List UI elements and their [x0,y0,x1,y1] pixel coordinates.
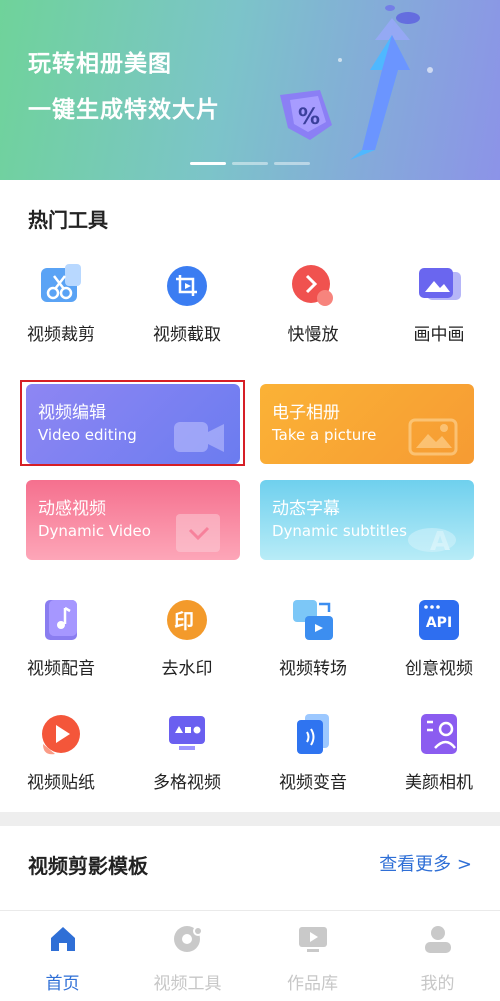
tool-label: 画中画 [413,325,465,345]
card-subtitle: Dynamic subtitles [272,522,407,540]
tool-voice-change[interactable]: 视频变音 [258,712,368,793]
section-divider [0,812,500,826]
pagination-dot[interactable] [274,162,310,165]
grid-video-icon [165,712,209,756]
banner-headline: 玩转相册美图 [28,51,172,77]
banner-subheadline: 一键生成特效大片 [28,97,220,123]
tool-label: 视频截取 [153,325,221,345]
svg-text:A: A [430,527,450,554]
profile-icon [424,926,451,953]
card-title: 电子相册 [272,403,340,423]
voice-change-icon [291,712,335,756]
scissors-icon [39,264,83,308]
templates-title: 视频剪影模板 [28,854,148,878]
nav-profile[interactable]: 我的 [375,911,500,1001]
tool-picture-in-picture[interactable]: 画中画 [384,264,494,345]
card-subtitle: Dynamic Video [38,522,151,540]
hot-tools-title: 热门工具 [28,208,108,232]
speed-icon [291,264,335,308]
crop-icon [165,264,209,308]
nav-video-tools[interactable]: 视频工具 [125,911,250,1001]
api-icon: API [417,598,461,642]
tool-label: 视频裁剪 [27,325,95,345]
nav-library[interactable]: 作品库 [250,911,375,1001]
transition-icon [291,598,335,642]
tool-video-crop[interactable]: 视频裁剪 [6,264,116,345]
card-subtitle: Take a picture [272,426,377,444]
tool-label: 创意视频 [405,659,473,679]
tool-video-trim[interactable]: 视频截取 [132,264,242,345]
nav-label: 作品库 [287,974,338,994]
tool-video-dubbing[interactable]: 视频配音 [6,598,116,679]
tool-speed[interactable]: 快慢放 [258,264,368,345]
promo-banner[interactable]: 玩转相册美图 一键生成特效大片 % [0,0,500,180]
tool-video-transition[interactable]: 视频转场 [258,598,368,679]
tool-label: 去水印 [161,659,213,679]
picture-in-picture-icon [417,264,461,308]
library-icon [298,927,327,952]
nav-label: 我的 [420,974,455,994]
nav-home[interactable]: 首页 [0,911,125,1001]
sticker-play-icon [39,712,83,756]
growth-arrow-illustration: % [280,5,433,160]
selection-highlight [20,380,245,466]
tool-label: 视频变音 [279,773,347,793]
tool-label: 多格视频 [153,773,221,793]
bottom-navigation: 首页 视频工具 作品库 我的 [0,910,500,1001]
tool-beauty-camera[interactable]: 美颜相机 [384,712,494,793]
svg-text:印: 印 [174,609,194,633]
tool-label: 视频转场 [279,659,347,679]
pagination-dot-active[interactable] [190,162,226,165]
dynamic-subtitles-card[interactable]: 动态字幕 Dynamic subtitles A [260,480,474,560]
view-more-link[interactable]: 查看更多 > [379,850,472,876]
stamp-icon: 印 [165,598,209,642]
music-note-icon [39,598,83,642]
tool-video-sticker[interactable]: 视频贴纸 [6,712,116,793]
beauty-camera-icon [417,712,461,756]
home-icon [50,927,75,951]
tools-icon [173,926,203,952]
api-icon-text: API [425,615,453,631]
svg-text:%: % [298,105,320,130]
image-icon [408,418,458,456]
nav-label: 视频工具 [153,974,222,994]
dynamic-video-card[interactable]: 动感视频 Dynamic Video [26,480,240,560]
subtitle-icon: A [408,527,456,554]
tool-label: 快慢放 [287,325,339,345]
tool-remove-watermark[interactable]: 印 去水印 [132,598,242,679]
nav-label: 首页 [45,974,80,994]
video-frame-icon [176,514,220,552]
card-title: 动感视频 [38,499,106,519]
electronic-album-card[interactable]: 电子相册 Take a picture [260,384,474,464]
tool-creative-video[interactable]: API 创意视频 [384,598,494,679]
tool-label: 美颜相机 [405,773,473,793]
pagination-dot[interactable] [232,162,268,165]
tool-label: 视频贴纸 [27,773,95,793]
tool-label: 视频配音 [27,659,95,679]
banner-pagination [190,162,310,165]
tool-grid-video[interactable]: 多格视频 [132,712,242,793]
card-title: 动态字幕 [272,499,340,519]
